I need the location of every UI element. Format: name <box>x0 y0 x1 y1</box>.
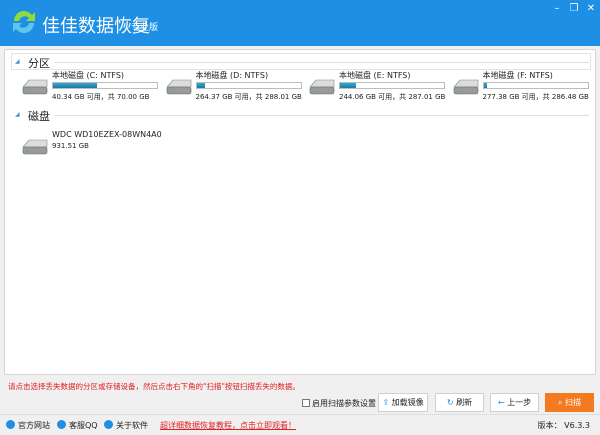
version-label: 版本： V6.3.3 <box>537 421 590 430</box>
title-bar: 佳佳数据恢复 专业版 – ❐ ✕ <box>0 0 600 46</box>
qq-link[interactable]: 客服QQ <box>57 420 98 431</box>
about-link[interactable]: 关于软件 <box>104 420 148 431</box>
scan-params-checkbox[interactable]: 启用扫描参数设置 <box>302 398 376 409</box>
section-partitions[interactable]: ◢ 分区 <box>11 53 589 71</box>
app-logo-icon <box>13 10 35 33</box>
hard-drive-icon <box>22 79 48 95</box>
upload-icon: ⇪ <box>382 398 390 407</box>
hard-drive-icon <box>452 79 478 95</box>
device-panel: ◢ 分区 本地磁盘 (C: NTFS) 40.34 GB 可用，共 70.00 … <box>4 49 596 375</box>
usage-bar <box>195 82 302 89</box>
home-icon <box>6 420 15 429</box>
search-icon: ⌕ <box>557 398 563 407</box>
section-disks[interactable]: ◢ 磁盘 <box>11 106 589 124</box>
hard-drive-icon <box>22 139 48 155</box>
app-edition: 专业版 <box>131 23 159 33</box>
tutorial-link[interactable]: 超详细数据恢复教程，点击立即观看！ <box>160 420 296 431</box>
collapse-icon: ◢ <box>15 58 20 65</box>
usage-bar <box>339 82 445 89</box>
load-image-button[interactable]: ⇪ 加载镜像 <box>378 393 428 412</box>
refresh-button[interactable]: ↻ 刷新 <box>435 393 484 412</box>
partition-item[interactable]: 本地磁盘 (F: NTFS) 277.38 GB 可用，共 286.48 GB <box>452 70 592 106</box>
hint-text: 请点击选择丢失数据的分区或存储设备，然后点击右下角的"扫描"按钮扫描丢失的数据。 <box>8 382 300 391</box>
partition-item[interactable]: 本地磁盘 (E: NTFS) 244.06 GB 可用，共 287.01 GB <box>308 70 448 106</box>
scan-button[interactable]: ⌕ 扫描 <box>545 393 594 412</box>
qq-icon <box>57 420 66 429</box>
disk-item[interactable]: WDC WD10EZEX-08WN4A0 931.51 GB <box>21 130 162 166</box>
back-button[interactable]: ← 上一步 <box>490 393 539 412</box>
info-icon <box>104 420 113 429</box>
collapse-icon: ◢ <box>15 111 20 118</box>
usage-bar <box>52 82 158 89</box>
hard-drive-icon <box>309 79 335 95</box>
arrow-left-icon: ← <box>497 398 505 407</box>
refresh-icon: ↻ <box>446 398 454 407</box>
footer: 官方网站 客服QQ 关于软件 超详细数据恢复教程，点击立即观看！ 版本： V6.… <box>0 414 600 435</box>
close-icon[interactable]: ✕ <box>584 3 598 14</box>
usage-bar <box>482 82 589 89</box>
minimize-icon[interactable]: – <box>550 3 564 14</box>
partition-item[interactable]: 本地磁盘 (D: NTFS) 264.37 GB 可用，共 288.01 GB <box>165 70 305 106</box>
maximize-icon[interactable]: ❐ <box>567 3 581 14</box>
hard-drive-icon <box>165 79 191 95</box>
website-link[interactable]: 官方网站 <box>6 420 50 431</box>
partition-item[interactable]: 本地磁盘 (C: NTFS) 40.34 GB 可用，共 70.00 GB <box>21 70 161 106</box>
